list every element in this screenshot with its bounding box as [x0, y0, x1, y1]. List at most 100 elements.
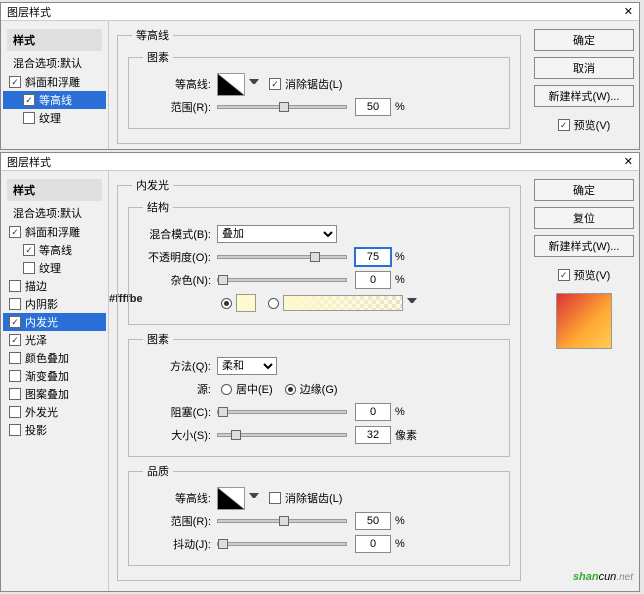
cancel-button[interactable]: 取消 — [534, 57, 634, 79]
jitter-input[interactable]: 0 — [355, 535, 391, 553]
opacity-input[interactable]: 75 — [355, 248, 391, 266]
checkbox-icon[interactable] — [9, 298, 21, 310]
checkbox-icon[interactable] — [23, 112, 35, 124]
sidebar-item[interactable]: 内阴影 — [3, 295, 106, 313]
edge-radio[interactable] — [285, 384, 296, 395]
chevron-down-icon[interactable] — [407, 298, 417, 308]
checkbox-icon[interactable] — [9, 76, 21, 88]
gradient-radio[interactable] — [268, 298, 279, 309]
reset-button[interactable]: 复位 — [534, 207, 634, 229]
sidebar-item[interactable]: 斜面和浮雕 — [3, 223, 106, 241]
contour-label: 等高线: — [139, 76, 211, 92]
checkbox-icon[interactable] — [9, 226, 21, 238]
preview-checkbox[interactable] — [558, 119, 570, 131]
sidebar-item-label: 图案叠加 — [25, 386, 69, 402]
preview-checkbox[interactable] — [558, 269, 570, 281]
choke-input[interactable]: 0 — [355, 403, 391, 421]
checkbox-icon[interactable] — [9, 424, 21, 436]
checkbox-icon[interactable] — [9, 352, 21, 364]
noise-slider[interactable] — [217, 278, 347, 282]
gradient-picker[interactable] — [283, 295, 403, 311]
range-slider[interactable] — [217, 519, 347, 523]
chevron-down-icon[interactable] — [249, 79, 259, 89]
sidebar-item[interactable]: 图案叠加 — [3, 385, 106, 403]
checkbox-icon[interactable] — [9, 406, 21, 418]
ok-button[interactable]: 确定 — [534, 29, 634, 51]
sidebar-item-label: 内阴影 — [25, 296, 58, 312]
close-icon[interactable]: ✕ — [624, 5, 633, 18]
ok-button[interactable]: 确定 — [534, 179, 634, 201]
sidebar-item[interactable]: 渐变叠加 — [3, 367, 106, 385]
checkbox-icon[interactable] — [9, 316, 21, 328]
sidebar-item[interactable]: 颜色叠加 — [3, 349, 106, 367]
contour-group: 等高线 图素 等高线: 消除锯齿(L) 范围(R): 50 % — [117, 27, 521, 144]
sidebar-item[interactable]: 描边 — [3, 277, 106, 295]
method-select[interactable]: 柔和 — [217, 357, 277, 375]
checkbox-icon[interactable] — [9, 388, 21, 400]
blend-options[interactable]: 混合选项:默认 — [7, 53, 102, 73]
noise-label: 杂色(N): — [139, 272, 211, 288]
sidebar-item-label: 光泽 — [25, 332, 47, 348]
range-label: 范围(R): — [139, 99, 211, 115]
range-label: 范围(R): — [139, 513, 211, 529]
size-input[interactable]: 32 — [355, 426, 391, 444]
checkbox-icon[interactable] — [23, 244, 35, 256]
button-column: 确定 取消 新建样式(W)... 预览(V) — [529, 21, 639, 149]
sidebar-item-contour[interactable]: 等高线 — [3, 91, 106, 109]
sidebar-item[interactable]: 外发光 — [3, 403, 106, 421]
layer-style-dialog-2: 图层样式 ✕ 样式 混合选项:默认 斜面和浮雕等高线纹理描边内阴影内发光光泽颜色… — [0, 152, 640, 592]
sidebar-item-texture[interactable]: 纹理 — [3, 109, 106, 127]
sidebar-item-bevel[interactable]: 斜面和浮雕 — [3, 73, 106, 91]
pct-label: % — [395, 101, 405, 113]
checkbox-icon[interactable] — [23, 94, 35, 106]
chevron-down-icon[interactable] — [249, 493, 259, 503]
jitter-slider[interactable] — [217, 542, 347, 546]
range-slider[interactable] — [217, 105, 347, 109]
dialog-title: 图层样式 — [7, 154, 51, 170]
noise-input[interactable]: 0 — [355, 271, 391, 289]
new-style-button[interactable]: 新建样式(W)... — [534, 235, 634, 257]
antialias-checkbox[interactable] — [269, 492, 281, 504]
px-label: 像素 — [395, 427, 417, 443]
checkbox-icon[interactable] — [9, 280, 21, 292]
sidebar-item[interactable]: 内发光 — [3, 313, 106, 331]
sidebar-head[interactable]: 样式 — [7, 29, 102, 51]
sidebar-item[interactable]: 纹理 — [3, 259, 106, 277]
group-title: 内发光 — [132, 177, 173, 193]
sidebar-item-label: 外发光 — [25, 404, 58, 420]
sidebar-item[interactable]: 投影 — [3, 421, 106, 439]
style-sidebar: 样式 混合选项:默认 斜面和浮雕 等高线 纹理 — [1, 21, 109, 149]
new-style-button[interactable]: 新建样式(W)... — [534, 85, 634, 107]
sidebar-item[interactable]: 等高线 — [3, 241, 106, 259]
sidebar-item[interactable]: 光泽 — [3, 331, 106, 349]
main-panel: #ffffbe 内发光 结构 混合模式(B): 叠加 不透明度(O): 75 % — [109, 171, 529, 591]
checkbox-icon[interactable] — [9, 334, 21, 346]
blend-mode-select[interactable]: 叠加 — [217, 225, 337, 243]
titlebar: 图层样式 ✕ — [1, 3, 639, 21]
sidebar-item-label: 渐变叠加 — [25, 368, 69, 384]
choke-slider[interactable] — [217, 410, 347, 414]
dialog-title: 图层样式 — [7, 4, 51, 20]
antialias-checkbox[interactable] — [269, 78, 281, 90]
size-slider[interactable] — [217, 433, 347, 437]
blend-mode-label: 混合模式(B): — [139, 226, 211, 242]
antialias-label: 消除锯齿(L) — [285, 490, 342, 506]
checkbox-icon[interactable] — [9, 370, 21, 382]
color-radio[interactable] — [221, 298, 232, 309]
contour-label: 等高线: — [139, 490, 211, 506]
layer-style-dialog-1: 图层样式 ✕ 样式 混合选项:默认 斜面和浮雕 等高线 纹理 等高线 图素 等高… — [0, 2, 640, 150]
center-radio[interactable] — [221, 384, 232, 395]
opacity-slider[interactable] — [217, 255, 347, 259]
range-input[interactable]: 50 — [355, 512, 391, 530]
contour-picker[interactable] — [217, 487, 245, 510]
checkbox-icon[interactable] — [23, 262, 35, 274]
sidebar-head[interactable]: 样式 — [7, 179, 102, 201]
range-input[interactable]: 50 — [355, 98, 391, 116]
contour-picker[interactable] — [217, 73, 245, 96]
blend-options[interactable]: 混合选项:默认 — [7, 203, 102, 223]
close-icon[interactable]: ✕ — [624, 155, 633, 168]
color-swatch[interactable] — [236, 294, 256, 312]
pct-label: % — [395, 406, 405, 418]
preview-label: 预览(V) — [574, 267, 611, 283]
preview-thumbnail — [556, 293, 612, 349]
